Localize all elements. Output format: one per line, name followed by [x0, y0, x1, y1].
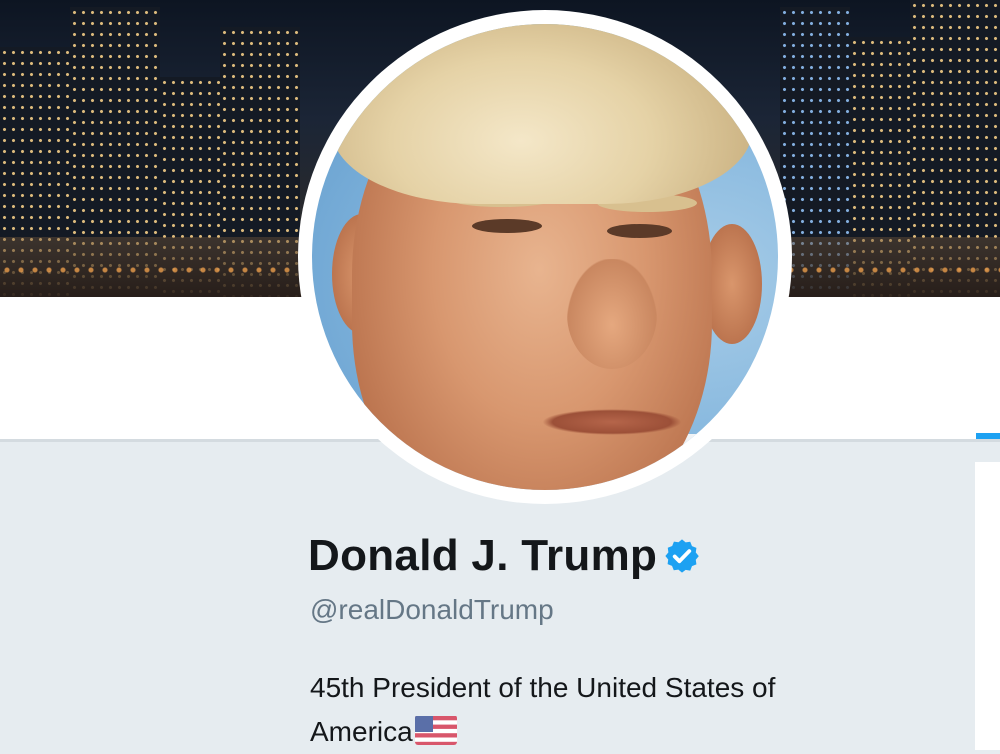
avatar-eye	[472, 219, 542, 233]
profile-name-row: Donald J. Trump	[308, 528, 701, 584]
avatar-mouth	[542, 409, 682, 435]
profile-handle[interactable]: @realDonaldTrump	[310, 594, 554, 626]
avatar-eye	[607, 224, 672, 238]
verified-badge-icon	[665, 539, 699, 573]
profile-bio: 45th President of the United States of A…	[310, 666, 910, 754]
display-name: Donald J. Trump	[308, 531, 658, 580]
flag-us-icon	[414, 715, 457, 745]
profile-avatar[interactable]	[312, 24, 778, 490]
avatar-nose	[567, 259, 657, 369]
bio-line-1: 45th President of the United States of	[310, 672, 776, 703]
avatar-hair	[332, 24, 752, 204]
bio-line-2-text: America	[310, 716, 413, 747]
timeline-card	[975, 462, 1000, 750]
active-tab-indicator	[976, 433, 1000, 439]
bio-line-2: America	[310, 710, 910, 754]
